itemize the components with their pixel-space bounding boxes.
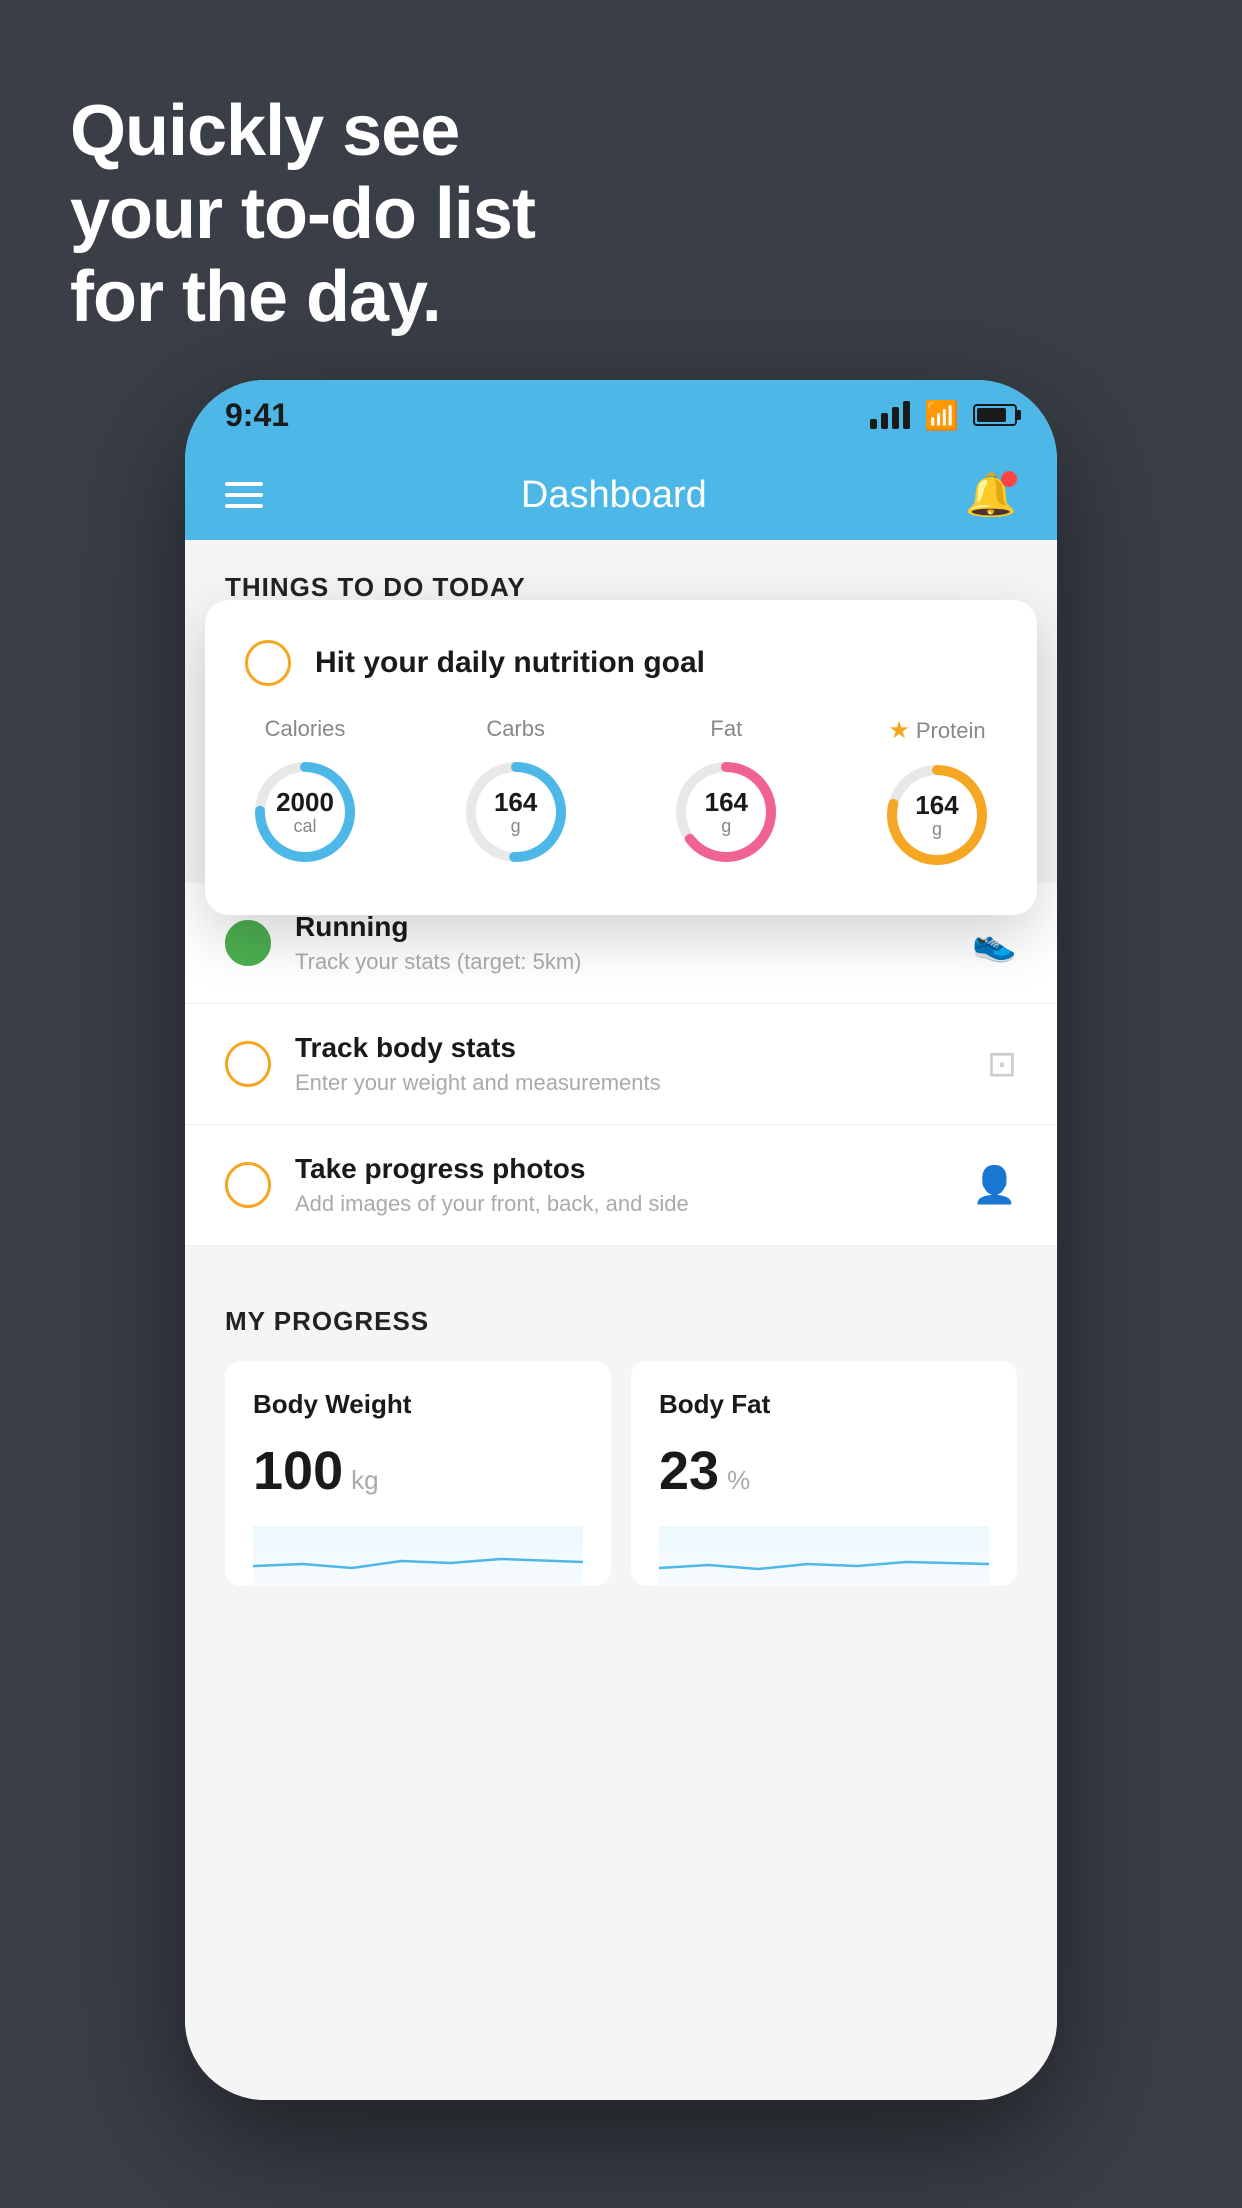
body-weight-value-row: 100 kg [253, 1440, 583, 1502]
app-content: THINGS TO DO TODAY Hit your daily nutrit… [185, 540, 1057, 2100]
body-fat-value: 23 [659, 1440, 719, 1502]
notification-button[interactable]: 🔔 [965, 471, 1017, 520]
nutrition-grid: Calories 2000 cal Carbs [245, 716, 997, 875]
running-content: Running Track your stats (target: 5km) [295, 911, 948, 975]
status-icons: 📶 [870, 399, 1017, 432]
body-fat-value-row: 23 % [659, 1440, 989, 1502]
body-fat-title: Body Fat [659, 1389, 989, 1420]
nutrition-card-title: Hit your daily nutrition goal [315, 646, 705, 680]
notification-badge [1001, 471, 1017, 487]
body-fat-card[interactable]: Body Fat 23 % [631, 1361, 1017, 1586]
photos-title: Take progress photos [295, 1153, 948, 1185]
scale-icon: ⊡ [987, 1043, 1017, 1085]
carbs-unit: g [494, 816, 537, 836]
body-stats-content: Track body stats Enter your weight and m… [295, 1032, 963, 1096]
progress-cards: Body Weight 100 kg Body Fat 23 [225, 1361, 1017, 1586]
fat-item: Fat 164 g [666, 716, 786, 872]
body-weight-title: Body Weight [253, 1389, 583, 1420]
calories-value: 2000 [276, 788, 334, 817]
star-icon: ★ [888, 716, 910, 745]
body-fat-unit: % [727, 1465, 750, 1496]
body-stats-title: Track body stats [295, 1032, 963, 1064]
todo-list: Running Track your stats (target: 5km) 👟… [185, 883, 1057, 1246]
body-weight-chart [253, 1526, 583, 1586]
running-checkbox[interactable] [225, 920, 271, 966]
progress-section-title: MY PROGRESS [225, 1306, 1017, 1337]
body-weight-unit: kg [351, 1465, 378, 1496]
carbs-item: Carbs 164 g [456, 716, 576, 872]
fat-unit: g [705, 816, 748, 836]
calories-chart: 2000 cal [245, 752, 365, 872]
nutrition-card-header: Hit your daily nutrition goal [245, 640, 997, 686]
progress-section: MY PROGRESS Body Weight 100 kg [185, 1266, 1057, 1606]
nutrition-card: Hit your daily nutrition goal Calories 2… [205, 600, 1037, 915]
running-title: Running [295, 911, 948, 943]
status-time: 9:41 [225, 397, 289, 434]
protein-unit: g [915, 819, 958, 839]
battery-icon [973, 404, 1017, 426]
calories-item: Calories 2000 cal [245, 716, 365, 872]
body-weight-card[interactable]: Body Weight 100 kg [225, 1361, 611, 1586]
body-stats-checkbox[interactable] [225, 1041, 271, 1087]
body-fat-chart [659, 1526, 989, 1586]
nutrition-checkbox[interactable] [245, 640, 291, 686]
fat-label: Fat [710, 716, 742, 742]
fat-chart: 164 g [666, 752, 786, 872]
app-header: Dashboard 🔔 [185, 450, 1057, 540]
photo-icon: 👤 [972, 1164, 1017, 1206]
todo-section-title: THINGS TO DO TODAY [225, 572, 526, 602]
phone-frame: 9:41 📶 Dashboard 🔔 THINGS TO DO TODAY [185, 380, 1057, 2100]
todo-row-body-stats[interactable]: Track body stats Enter your weight and m… [185, 1004, 1057, 1125]
carbs-chart: 164 g [456, 752, 576, 872]
shoe-icon: 👟 [972, 922, 1017, 964]
carbs-value: 164 [494, 788, 537, 817]
photos-content: Take progress photos Add images of your … [295, 1153, 948, 1217]
wifi-icon: 📶 [924, 399, 959, 432]
protein-label: Protein [916, 718, 986, 744]
todo-row-photos[interactable]: Take progress photos Add images of your … [185, 1125, 1057, 1246]
hero-text: Quickly see your to-do list for the day. [70, 90, 535, 338]
calories-label: Calories [265, 716, 346, 742]
calories-unit: cal [276, 816, 334, 836]
photos-subtitle: Add images of your front, back, and side [295, 1191, 948, 1217]
running-subtitle: Track your stats (target: 5km) [295, 949, 948, 975]
photos-checkbox[interactable] [225, 1162, 271, 1208]
protein-item: ★ Protein 164 g [877, 716, 997, 875]
body-stats-subtitle: Enter your weight and measurements [295, 1070, 963, 1096]
status-bar: 9:41 📶 [185, 380, 1057, 450]
protein-chart: 164 g [877, 755, 997, 875]
header-title: Dashboard [521, 474, 707, 517]
fat-value: 164 [705, 788, 748, 817]
hamburger-menu-button[interactable] [225, 482, 263, 508]
body-weight-value: 100 [253, 1440, 343, 1502]
signal-icon [870, 401, 910, 429]
carbs-label: Carbs [486, 716, 545, 742]
protein-label-row: ★ Protein [888, 716, 985, 745]
protein-value: 164 [915, 791, 958, 820]
